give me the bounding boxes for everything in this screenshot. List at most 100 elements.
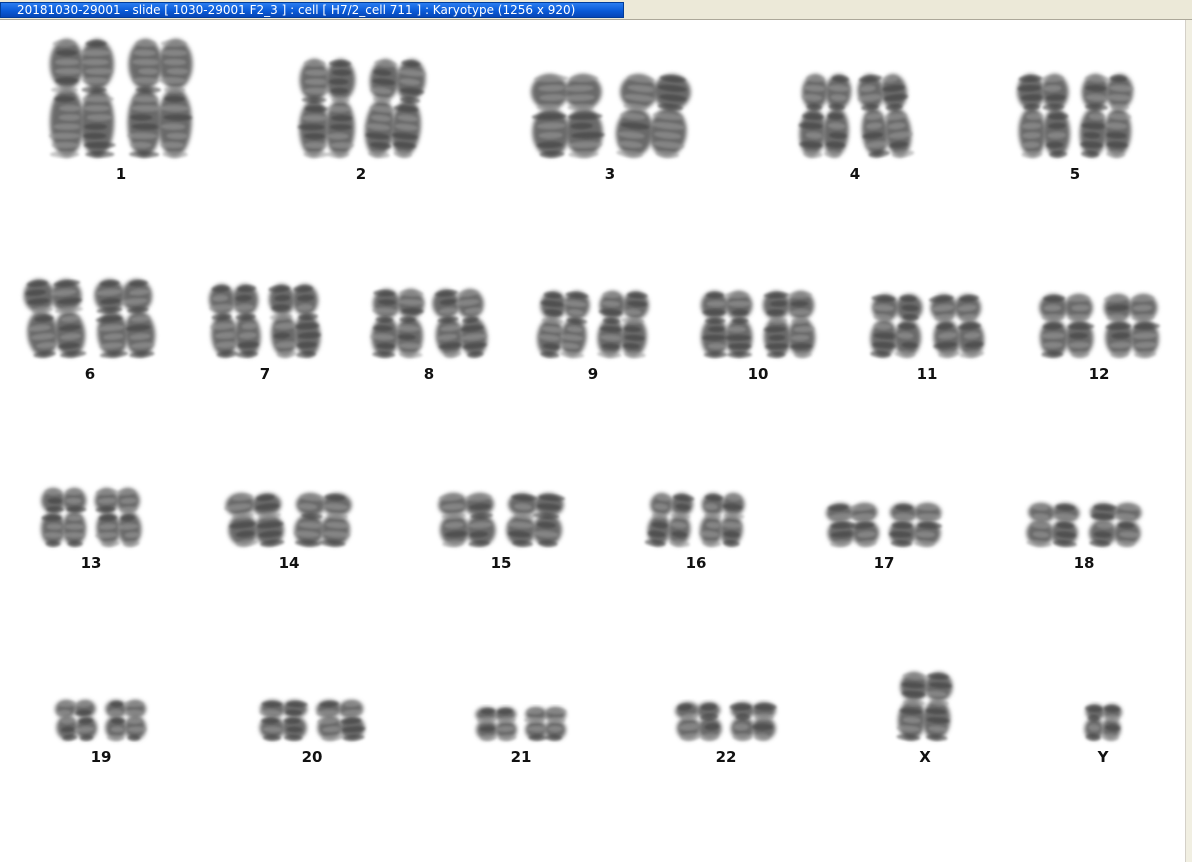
chromosome-pair-5[interactable] (1017, 73, 1135, 158)
chromosome[interactable] (93, 278, 157, 359)
chromosome[interactable] (1039, 294, 1095, 358)
chromosome-pair-4[interactable] (796, 73, 915, 159)
pair-label-22: 22 (715, 748, 737, 766)
chromosome-pair-6[interactable] (22, 278, 157, 359)
pair-label-5: 5 (1069, 165, 1081, 183)
chromosome[interactable] (1025, 502, 1080, 548)
chromosome-pair-15[interactable] (438, 492, 566, 548)
chromosome[interactable] (896, 671, 954, 742)
pair-label-20: 20 (301, 748, 323, 766)
chromosome-pair-21[interactable] (475, 707, 567, 742)
pair-label-16: 16 (685, 554, 707, 572)
chromosome[interactable] (475, 707, 517, 742)
chromosome-pair-2[interactable] (297, 58, 427, 159)
chromosome-pair-22[interactable] (675, 701, 777, 741)
chromosome[interactable] (1089, 502, 1142, 547)
chromosome[interactable] (701, 291, 753, 358)
karyotype-window: 20181030-29001 - slide [ 1030-29001 F2_3… (0, 0, 1192, 862)
window-title[interactable]: 20181030-29001 - slide [ 1030-29001 F2_3… (0, 2, 624, 18)
chromosome-pair-7[interactable] (208, 283, 323, 358)
chromosome[interactable] (535, 290, 591, 359)
pair-label-15: 15 (490, 554, 512, 572)
chromosome[interactable] (55, 699, 98, 741)
pair-label-14: 14 (278, 554, 300, 572)
karyotype-canvas: 1 2 3 4 5 6 7 8 9 10 11 12 13 14 15 16 17 18 19 20 21 22 X Y (0, 20, 1185, 862)
chromosome[interactable] (729, 702, 777, 741)
chromosome[interactable] (259, 700, 308, 741)
pair-label-21: 21 (510, 748, 532, 766)
pair-label-y: Y (1097, 748, 1109, 766)
chromosome-pair-17[interactable] (825, 502, 943, 548)
chromosome-pair-16[interactable] (644, 492, 746, 548)
chromosome[interactable] (22, 278, 87, 359)
chromosome[interactable] (223, 492, 286, 549)
chromosome-pair-12[interactable] (1039, 293, 1161, 358)
chromosome[interactable] (675, 701, 723, 741)
chromosome[interactable] (316, 699, 367, 741)
chromosome[interactable] (523, 707, 567, 741)
chromosome[interactable] (1017, 74, 1071, 159)
chromosome-pair-9[interactable] (535, 290, 650, 359)
chromosome[interactable] (1103, 293, 1161, 358)
chromosome[interactable] (438, 492, 497, 547)
chromosome[interactable] (127, 39, 194, 158)
chromosome[interactable] (105, 700, 147, 741)
chromosome-pair-18[interactable] (1025, 502, 1142, 548)
pair-label-8: 8 (423, 365, 435, 383)
chromosome[interactable] (293, 492, 353, 548)
pair-label-1: 1 (115, 165, 127, 183)
chromosome-pair-14[interactable] (223, 492, 353, 549)
pair-label-7: 7 (259, 365, 271, 383)
pair-label-10: 10 (747, 365, 769, 383)
chromosome[interactable] (48, 39, 116, 158)
chromosome-pair-3[interactable] (530, 72, 692, 159)
chromosome[interactable] (431, 288, 489, 359)
chromosome[interactable] (868, 293, 923, 358)
chromosome-layer (22, 39, 1161, 742)
pair-label-18: 18 (1073, 554, 1095, 572)
chromosome-pair-20[interactable] (259, 699, 367, 741)
chromosome[interactable] (855, 73, 915, 159)
chromosome-pair-19[interactable] (55, 699, 147, 741)
chromosome[interactable] (362, 58, 427, 159)
chromosome[interactable] (41, 488, 87, 547)
pair-label-2: 2 (355, 165, 367, 183)
chromosome-pair-11[interactable] (868, 293, 986, 359)
chromosome[interactable] (699, 492, 746, 547)
pair-label-17: 17 (873, 554, 895, 572)
pair-label-x: X (919, 748, 931, 766)
chromosome[interactable] (825, 502, 880, 548)
chromosome[interactable] (208, 283, 262, 358)
chromosome-pair-13[interactable] (41, 487, 142, 547)
chromosome[interactable] (530, 73, 605, 158)
pair-label-12: 12 (1088, 365, 1110, 383)
chromosome[interactable] (297, 59, 356, 158)
chromosome[interactable] (1083, 703, 1123, 741)
chromosome[interactable] (889, 503, 943, 548)
title-strip: 20181030-29001 - slide [ 1030-29001 F2_3… (0, 0, 1192, 20)
chromosome[interactable] (644, 492, 695, 548)
chromosome-pair-y[interactable] (1083, 703, 1123, 741)
pair-label-11: 11 (916, 365, 938, 383)
chromosome[interactable] (505, 492, 566, 548)
chromosome[interactable] (92, 487, 142, 547)
pair-label-19: 19 (90, 748, 112, 766)
chromosome-pair-8[interactable] (369, 288, 489, 359)
pair-label-13: 13 (80, 554, 102, 572)
pair-label-9: 9 (587, 365, 599, 383)
chromosome[interactable] (596, 290, 650, 358)
chromosome-pair-10[interactable] (701, 291, 816, 359)
chromosome[interactable] (762, 291, 816, 359)
chromosome[interactable] (369, 288, 425, 358)
pair-label-3: 3 (604, 165, 616, 183)
chromosome[interactable] (613, 72, 692, 159)
chromosome-pair-x[interactable] (896, 671, 954, 742)
chromosome[interactable] (928, 293, 986, 359)
chromosome-pair-1[interactable] (48, 39, 193, 158)
chromosome[interactable] (1079, 73, 1135, 158)
chromosome[interactable] (268, 283, 323, 358)
vertical-scrollbar[interactable] (1185, 20, 1192, 862)
chromosome[interactable] (796, 73, 852, 158)
pair-label-4: 4 (849, 165, 861, 183)
pair-label-6: 6 (84, 365, 96, 383)
